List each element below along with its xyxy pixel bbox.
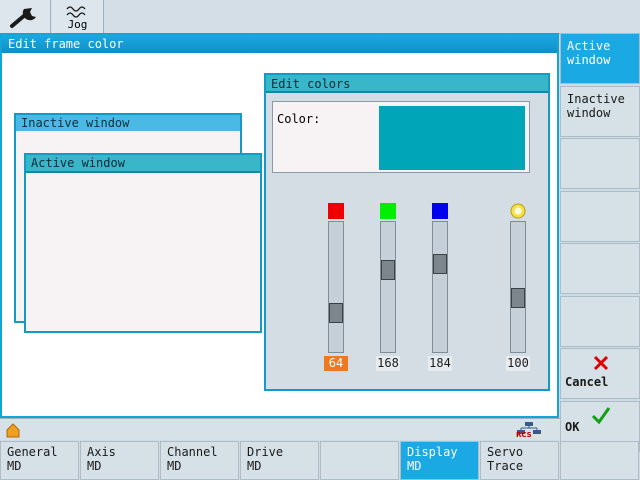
softkey-label: Servo	[487, 445, 524, 459]
color-swatch	[379, 106, 525, 170]
slider-thumb[interactable]	[329, 303, 343, 324]
softkey-label: MD	[7, 459, 22, 473]
slider-track[interactable]	[432, 221, 448, 353]
brightness-sun-icon	[510, 203, 526, 219]
softkey-label: Trace	[487, 459, 524, 473]
bottom-softkey-1[interactable]: General MD	[0, 441, 79, 480]
slider-track[interactable]	[510, 221, 526, 353]
softkey-label: window	[567, 53, 611, 67]
bottom-softkey-2[interactable]: Axis MD	[80, 441, 159, 480]
active-window-preview[interactable]: Active window	[24, 153, 262, 333]
swatch-green	[380, 203, 396, 219]
bottom-softkey-5[interactable]	[320, 441, 399, 480]
bottom-softkey-6[interactable]: Display MD	[400, 441, 479, 480]
tools-button[interactable]	[0, 0, 51, 34]
bottom-softkey-3[interactable]: Channel MD	[160, 441, 239, 480]
wrench-icon	[10, 8, 36, 28]
rcs-label: RCS	[516, 431, 532, 439]
softkey-label: Inactive	[567, 91, 625, 106]
softkey-label: MD	[167, 459, 182, 473]
slider-red[interactable]: 64	[324, 203, 348, 373]
softkey-label: Axis	[87, 445, 116, 459]
slider-value-green[interactable]: 168	[376, 356, 400, 371]
top-toolbar: Jog	[0, 0, 640, 34]
slider-green[interactable]: 168	[376, 203, 400, 373]
jog-button[interactable]: Jog	[52, 0, 104, 34]
slider-blue[interactable]: 184	[428, 203, 452, 373]
slider-thumb[interactable]	[433, 253, 447, 274]
softkey-label: Channel	[167, 445, 218, 459]
edit-colors-panel: Edit colors Color: 64 168 184 100	[264, 73, 550, 391]
status-bar: RCS	[0, 418, 560, 440]
softkey-label: MD	[87, 459, 102, 473]
slider-thumb[interactable]	[511, 288, 525, 309]
edit-colors-title: Edit colors	[266, 75, 548, 93]
slider-track[interactable]	[380, 221, 396, 353]
bottom-softkey-8[interactable]	[560, 441, 639, 480]
right-softkey-5[interactable]	[560, 243, 640, 294]
softkey-label: Active	[567, 39, 611, 53]
softkey-label: OK	[565, 419, 580, 434]
right-softkey-2[interactable]: Inactive window	[560, 85, 640, 137]
jog-label: Jog	[67, 17, 88, 31]
softkey-label: Cancel	[565, 375, 609, 389]
cancel-x-icon	[593, 355, 609, 371]
softkey-label: MD	[247, 459, 262, 473]
slider-thumb[interactable]	[381, 260, 395, 281]
slider-value-red[interactable]: 64	[324, 356, 348, 371]
swatch-blue	[432, 203, 448, 219]
slider-track[interactable]	[328, 221, 344, 353]
right-softkey-6[interactable]	[560, 295, 640, 347]
softkey-label: window	[567, 105, 611, 120]
swatch-red	[328, 203, 344, 219]
right-softkey-7[interactable]: Cancel	[560, 348, 640, 399]
color-label: Color:	[277, 112, 321, 126]
checkmark-icon	[591, 406, 611, 424]
active-window-title: Active window	[26, 155, 260, 173]
bottom-softkey-4[interactable]: Drive MD	[240, 441, 319, 480]
dialog-title: Edit frame color	[2, 35, 557, 53]
home-icon[interactable]	[6, 422, 20, 438]
softkey-label: General	[7, 445, 58, 459]
slider-value-blue[interactable]: 184	[428, 356, 452, 371]
rcs-network-indicator: RCS	[515, 420, 543, 440]
right-softkey-1[interactable]: Active window	[560, 33, 640, 84]
slider-value-brightness[interactable]: 100	[506, 356, 530, 371]
color-preview-box: Color:	[272, 101, 530, 173]
softkey-label: MD	[407, 459, 422, 473]
bottom-softkey-7[interactable]: Servo Trace	[480, 441, 559, 480]
jog-waveform-icon	[65, 5, 86, 18]
softkey-label: Drive	[247, 445, 284, 459]
slider-brightness[interactable]: 100	[506, 203, 530, 373]
right-softkey-4[interactable]	[560, 190, 640, 242]
softkey-label: Display	[407, 445, 458, 459]
right-softkey-3[interactable]	[560, 138, 640, 189]
inactive-window-title: Inactive window	[16, 115, 240, 131]
